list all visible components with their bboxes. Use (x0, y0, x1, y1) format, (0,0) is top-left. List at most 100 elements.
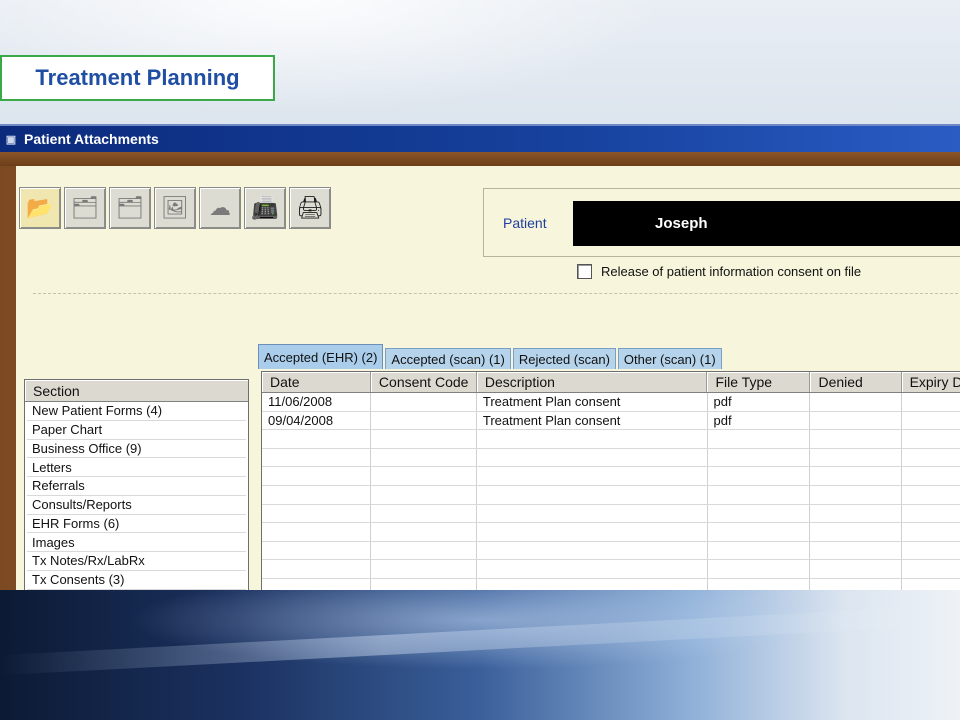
table-cell (477, 578, 708, 590)
table-row (262, 467, 960, 486)
table-row (262, 430, 960, 449)
section-list-header[interactable]: Section (25, 380, 248, 402)
table-cell (262, 467, 371, 485)
table-cell (810, 430, 902, 448)
attachment-tabs: Accepted (EHR) (2) Accepted (scan) (1) Rej… (258, 344, 724, 369)
section-item[interactable]: Paper Chart (27, 421, 246, 440)
table-cell (902, 467, 960, 485)
scanner-icon: 🖨 (296, 195, 324, 220)
table-cell (477, 430, 708, 448)
attachments-grid: Date Consent Code Description File Type Deni… (261, 371, 960, 590)
table-cell (477, 541, 708, 560)
table-cell (902, 560, 960, 578)
toolbar-button-2[interactable]: 🗂 (64, 187, 106, 229)
column-header[interactable]: Date (262, 372, 371, 392)
consent-checkbox[interactable] (577, 264, 592, 279)
table-cell (810, 504, 902, 523)
table-cell (708, 467, 811, 485)
table-cell (810, 393, 902, 411)
section-item[interactable]: Images (27, 533, 246, 552)
section-item[interactable]: Tx Notes/Rx/LabRx (27, 552, 246, 571)
section-header-label: Section (33, 382, 80, 399)
table-cell (708, 578, 811, 590)
section-item[interactable]: Consults/Reports (27, 496, 246, 515)
table-cell (371, 467, 477, 485)
table-cell (708, 504, 811, 523)
tab-3[interactable]: Rejected (scan) (512, 348, 616, 369)
table-row (262, 541, 960, 561)
table-cell (477, 523, 708, 541)
table-cell (477, 560, 708, 578)
table-cell (902, 542, 960, 560)
section-item[interactable]: Letters (27, 458, 246, 477)
section-item[interactable]: Referrals (27, 477, 246, 496)
table-cell (708, 541, 811, 560)
table-cell (810, 578, 902, 590)
table-row (262, 578, 960, 590)
column-header[interactable]: File Type (707, 372, 811, 392)
table-cell (477, 485, 708, 504)
table-cell (708, 560, 811, 578)
section-item[interactable]: Tx Consents (3) (27, 571, 246, 590)
section-item[interactable]: EHR Forms (6) (27, 515, 246, 534)
toolbar-button-3[interactable]: 🗂 (109, 187, 151, 229)
edit-attachment-icon: 🗂 (71, 195, 99, 220)
table-cell (262, 485, 371, 504)
table-cell (708, 485, 811, 504)
grid-header: Date Consent Code Description File Type Deni… (262, 372, 960, 393)
add-attachment-icon: 📂 (26, 195, 54, 220)
table-cell (902, 412, 960, 430)
table-row[interactable]: 11/06/2008 Treatment Plan consent pdf (262, 393, 960, 412)
table-cell (262, 541, 371, 560)
window-frame: 📂 🗂 🗂 🖼 ☁ 📠 🖨 Patient Joseph Release of patien… (0, 152, 960, 590)
column-header[interactable]: Consent Code (371, 372, 477, 392)
table-row (262, 560, 960, 579)
table-cell: 09/04/2008 (262, 411, 371, 430)
table-cell (902, 505, 960, 523)
table-cell (262, 560, 371, 578)
table-cell (902, 393, 960, 411)
print-scan-icon: 📠 (251, 195, 279, 220)
toolbar-button-4[interactable]: 🖼 (154, 187, 196, 229)
table-cell (371, 411, 477, 430)
toolbar-button-5[interactable]: ☁ (199, 187, 241, 229)
table-cell (902, 579, 960, 590)
consent-row[interactable]: Release of patient information consent o… (577, 264, 861, 279)
table-cell (371, 393, 477, 411)
toolbar: 📂 🗂 🗂 🖼 ☁ 📠 🖨 (19, 187, 331, 229)
slide-title-text: Treatment Planning (35, 65, 240, 90)
table-cell (262, 448, 371, 467)
table-cell (708, 523, 811, 541)
window-titlebar[interactable]: ▣ Patient Attachments (0, 124, 960, 152)
section-item[interactable]: Business Office (9) (27, 440, 246, 459)
table-cell (477, 504, 708, 523)
column-header[interactable]: Denied (810, 372, 902, 392)
table-cell (810, 411, 902, 430)
tab-1[interactable]: Accepted (EHR) (2) (258, 344, 384, 369)
image-attachment-icon: 🖼 (161, 195, 189, 220)
table-cell: 11/06/2008 (262, 393, 371, 411)
table-cell (902, 486, 960, 504)
table-cell (810, 448, 902, 467)
gallery-attachment-icon: ☁ (209, 195, 231, 220)
toolbar-button-6[interactable]: 📠 (244, 187, 286, 229)
column-header[interactable]: Expiry D (902, 372, 960, 392)
table-cell (262, 523, 371, 541)
table-cell (371, 523, 477, 541)
section-item[interactable]: New Patient Forms (4) (27, 402, 246, 421)
section-item[interactable]: Treatment Plans (4) (27, 589, 246, 590)
table-row (262, 523, 960, 542)
table-cell (902, 523, 960, 541)
table-cell (708, 448, 811, 467)
toolbar-button-1[interactable]: 📂 (19, 187, 61, 229)
table-row (262, 485, 960, 505)
column-header[interactable]: Description (477, 372, 708, 392)
table-row[interactable]: 09/04/2008 Treatment Plan consent pdf (262, 411, 960, 431)
toolbar-button-7[interactable]: 🖨 (289, 187, 331, 229)
window-app-icon: ▣ (5, 133, 17, 146)
table-cell (810, 523, 902, 541)
tab-4[interactable]: Other (scan) (1) (617, 348, 722, 369)
window-content: 📂 🗂 🗂 🖼 ☁ 📠 🖨 Patient Joseph Release of patien… (16, 166, 960, 590)
table-cell (371, 541, 477, 560)
tab-2[interactable]: Accepted (scan) (1) (385, 348, 511, 369)
